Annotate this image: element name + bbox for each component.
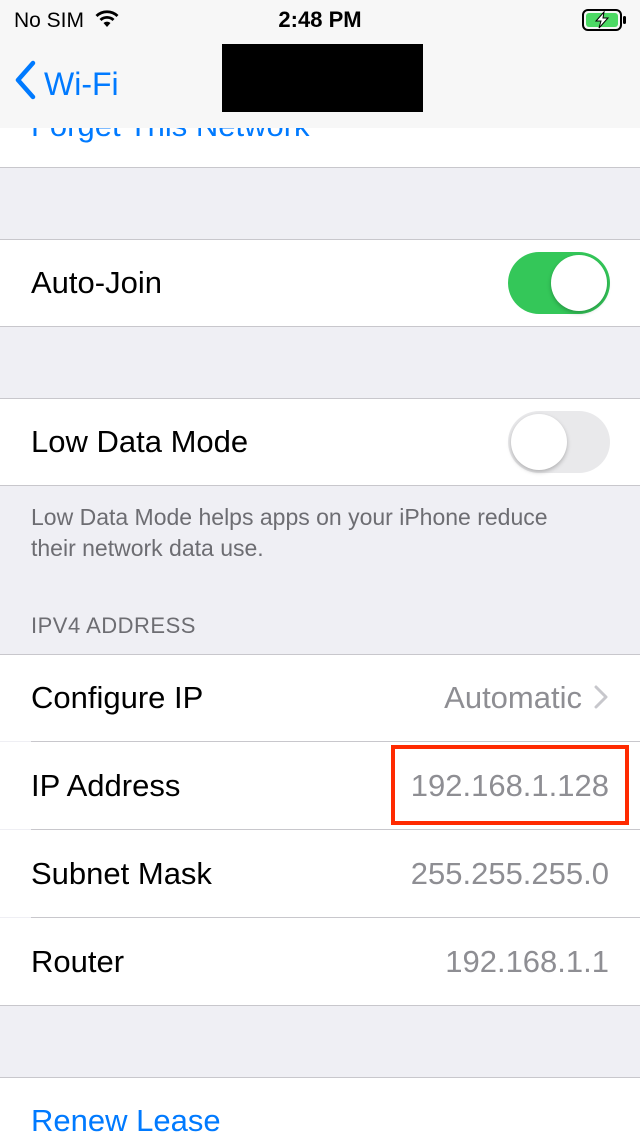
battery-charging-icon	[582, 9, 628, 36]
low-data-mode-footer: Low Data Mode helps apps on your iPhone …	[31, 504, 548, 561]
renew-lease-label[interactable]: Renew Lease	[31, 1103, 221, 1136]
router-cell: Router 192.168.1.1	[0, 918, 640, 1005]
low-data-mode-label: Low Data Mode	[31, 424, 249, 459]
router-label: Router	[31, 944, 125, 979]
ipv4-header: IPV4 ADDRESS	[31, 613, 196, 638]
ip-address-label: IP Address	[31, 768, 181, 803]
divider	[0, 167, 640, 168]
ip-address-highlight	[391, 745, 629, 825]
configure-ip-value: Automatic	[444, 680, 582, 715]
chevron-left-icon	[14, 60, 44, 108]
redacted-title	[222, 44, 423, 112]
subnet-mask-label: Subnet Mask	[31, 856, 212, 891]
low-data-mode-toggle[interactable]	[508, 411, 610, 473]
back-label[interactable]: Wi-Fi	[44, 66, 119, 103]
subnet-mask-value: 255.255.255.0	[410, 856, 609, 891]
chevron-right-icon	[594, 685, 608, 714]
divider	[0, 1005, 640, 1006]
nav-bar: Wi-Fi	[0, 40, 640, 128]
status-time: 2:48 PM	[278, 7, 362, 32]
divider	[0, 485, 640, 486]
low-data-mode-cell: Low Data Mode	[0, 399, 640, 485]
toggle-knob	[511, 414, 567, 470]
renew-lease-cell[interactable]: Renew Lease	[0, 1078, 640, 1136]
configure-ip-cell[interactable]: Configure IP Automatic	[0, 655, 640, 741]
status-bar: No SIM 2:48 PM	[0, 0, 640, 40]
toggle-knob	[551, 255, 607, 311]
settings-list[interactable]: Forget This Network Auto-Join Low Data M…	[0, 40, 640, 1136]
auto-join-toggle[interactable]	[508, 252, 610, 314]
subnet-mask-cell: Subnet Mask 255.255.255.0	[0, 830, 640, 917]
divider	[0, 326, 640, 327]
auto-join-cell: Auto-Join	[0, 240, 640, 326]
auto-join-label: Auto-Join	[31, 265, 162, 300]
configure-ip-label: Configure IP	[31, 680, 204, 715]
router-value: 192.168.1.1	[445, 944, 609, 979]
back-button[interactable]: Wi-Fi	[14, 60, 119, 108]
